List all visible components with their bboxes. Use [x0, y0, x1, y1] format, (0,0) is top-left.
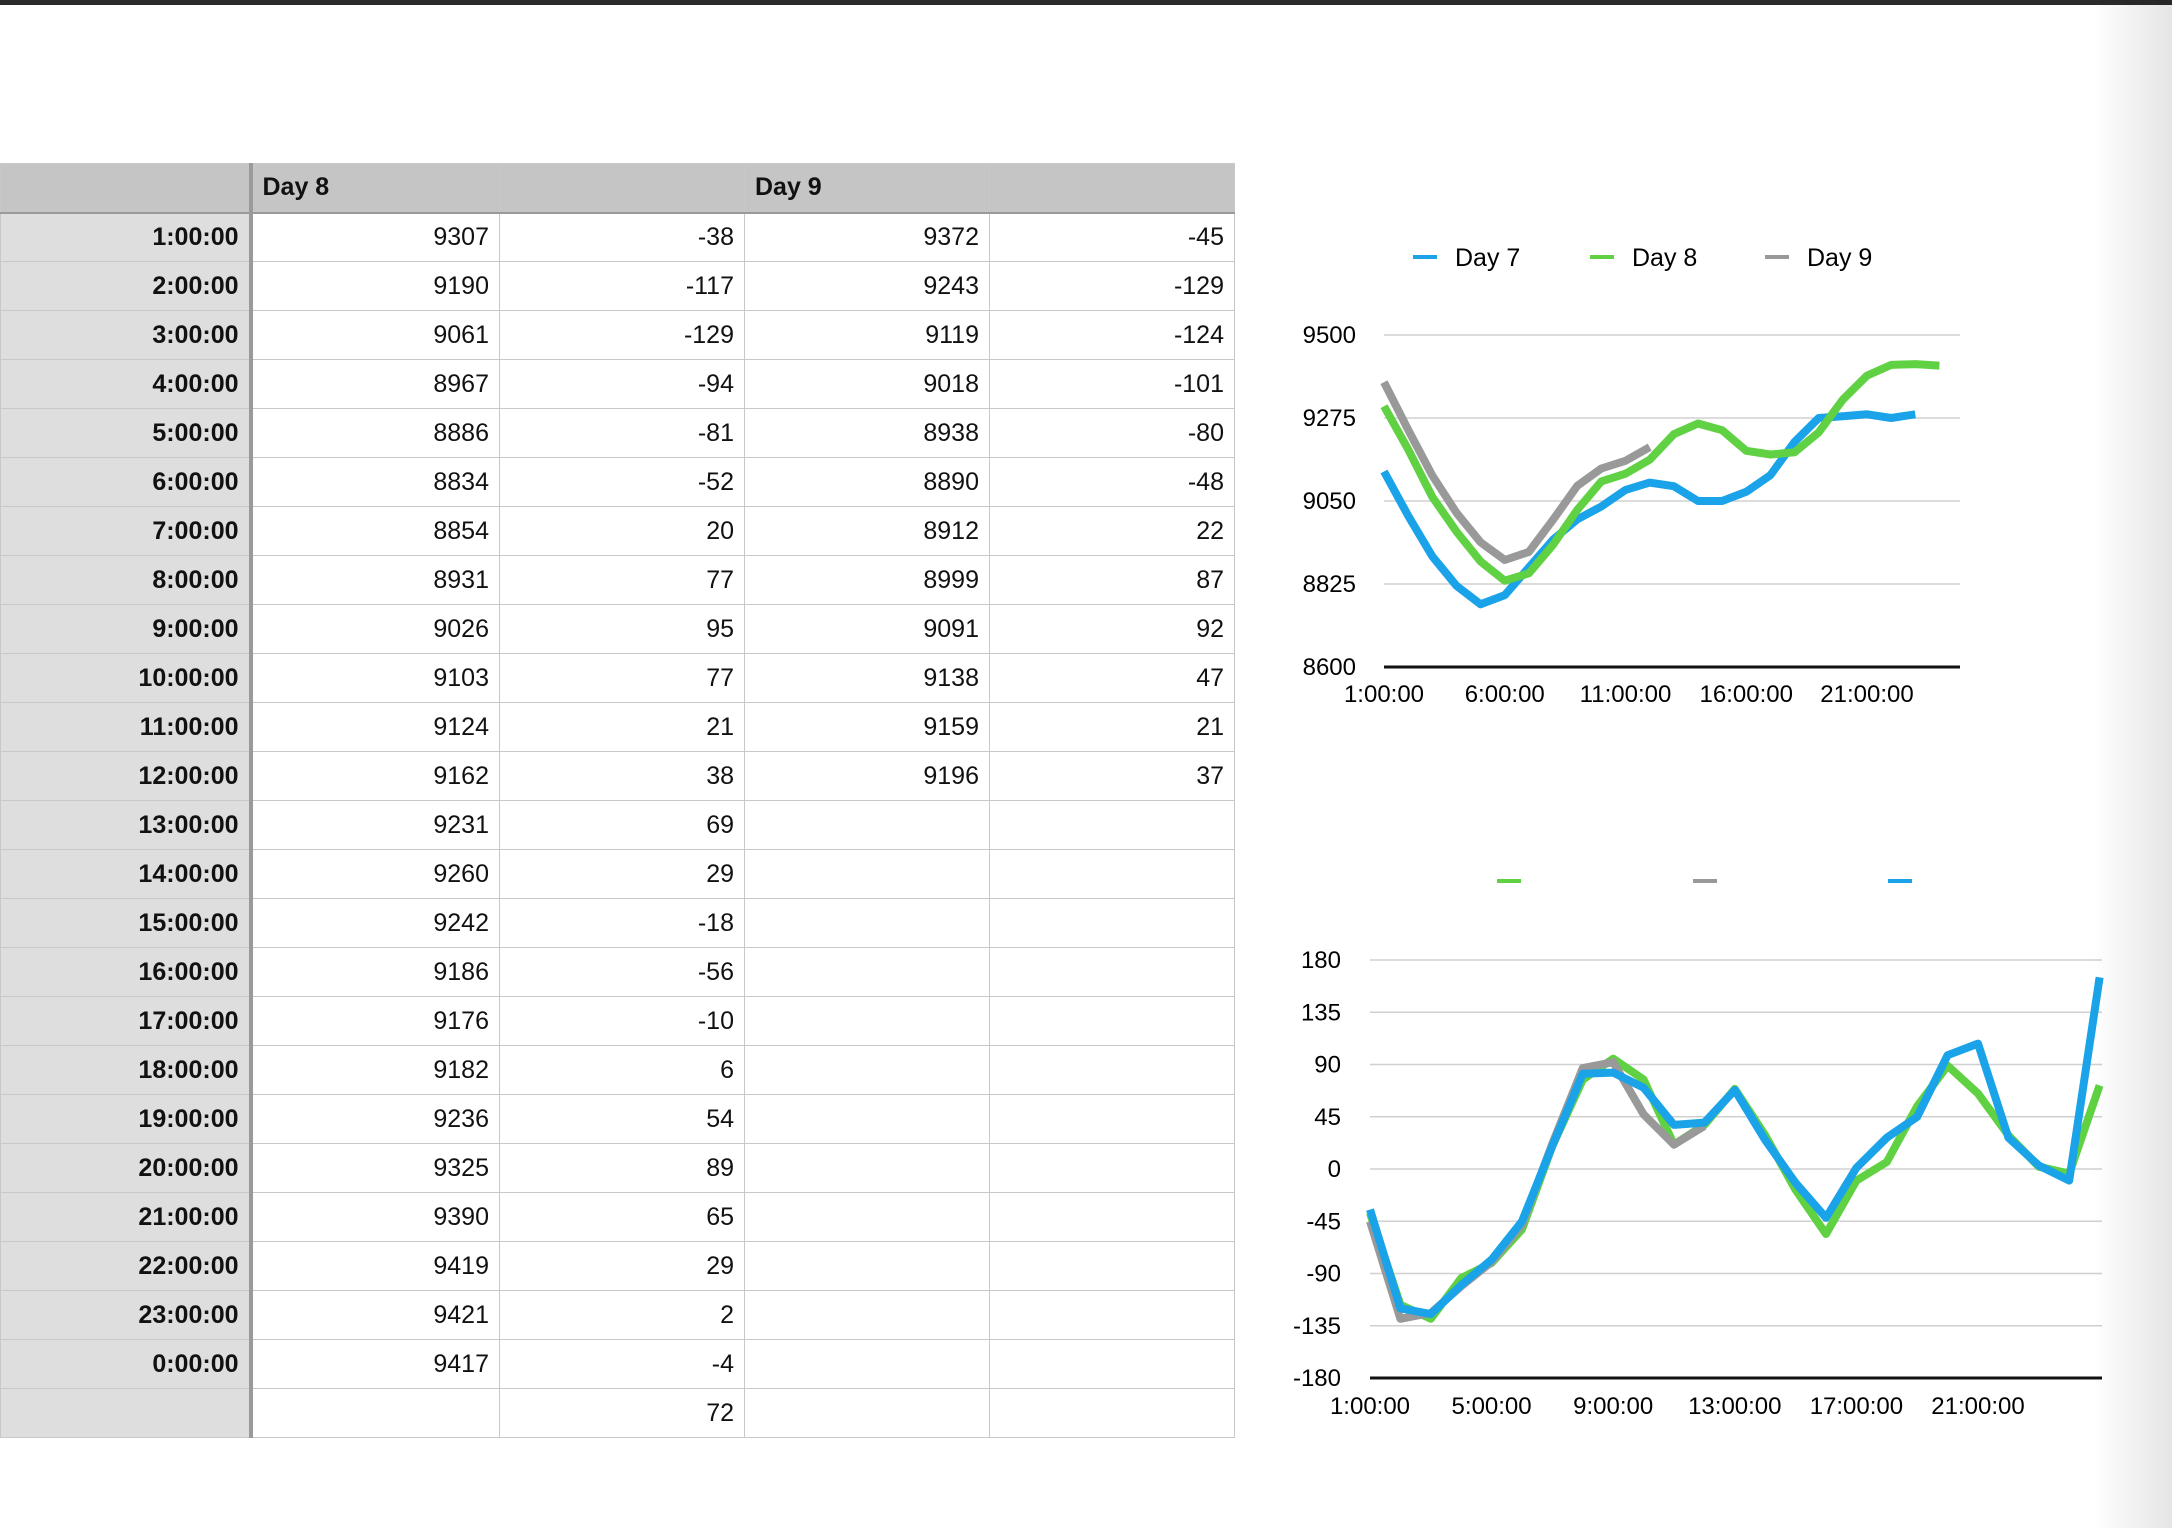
series-line-day-9 — [1380, 380, 1652, 564]
y-tick-label: 8825 — [1303, 571, 1356, 598]
y-tick-label: 8600 — [1303, 654, 1356, 681]
y-tick-label: -180 — [1293, 1365, 1341, 1392]
legend-label: Day 8 — [1632, 244, 1697, 272]
line-chart-1: 9500 9275 9050 8825 86001:00:00 6:00:00 11:00:… — [1303, 244, 1960, 708]
series-line-3 — [1366, 976, 2104, 1319]
series-line-day-7 — [1380, 410, 1916, 609]
y-tick-label: -45 — [1306, 1208, 1341, 1235]
y-tick-label: 9500 — [1303, 322, 1356, 349]
x-tick-label: 13:00:00 — [1688, 1393, 1781, 1420]
y-tick-label: -135 — [1293, 1313, 1341, 1340]
x-tick-label: 16:00:00 — [1700, 681, 1793, 708]
y-tick-label: 9050 — [1303, 488, 1356, 515]
y-tick-label: 180 — [1301, 947, 1341, 974]
x-tick-label: 21:00:00 — [1931, 1393, 2024, 1420]
legend-label: Day 7 — [1455, 244, 1520, 272]
x-tick-label: 11:00:00 — [1580, 681, 1672, 708]
y-tick-label: 90 — [1314, 1052, 1341, 1079]
x-tick-label: 9:00:00 — [1573, 1393, 1653, 1420]
series-line-1 — [1366, 1054, 2104, 1323]
y-tick-label: 45 — [1314, 1104, 1341, 1131]
y-tick-label: 0 — [1328, 1156, 1341, 1183]
y-tick-label: 135 — [1301, 999, 1341, 1026]
window-shadow — [2092, 0, 2172, 1528]
legend-label: Day 9 — [1807, 244, 1872, 272]
x-tick-label: 21:00:00 — [1820, 681, 1913, 708]
line-chart-2: 180 135 90 45 0 -45 -90 -135 -1801:00:00 5:00:00 9… — [1293, 879, 2104, 1420]
x-tick-label: 6:00:00 — [1465, 681, 1545, 708]
x-tick-label: 17:00:00 — [1810, 1393, 1903, 1420]
x-tick-label: 1:00:00 — [1344, 681, 1424, 708]
series-line-day-8 — [1380, 360, 1940, 585]
y-tick-label: -90 — [1306, 1261, 1341, 1288]
charts-canvas: 950092759050882586001:00:00 6:00:00 11:00:… — [1293, 244, 2104, 1420]
y-tick-label: 9275 — [1303, 405, 1356, 432]
x-tick-label: 1:00:00 — [1330, 1393, 1410, 1420]
x-tick-label: 5:00:00 — [1452, 1393, 1532, 1420]
